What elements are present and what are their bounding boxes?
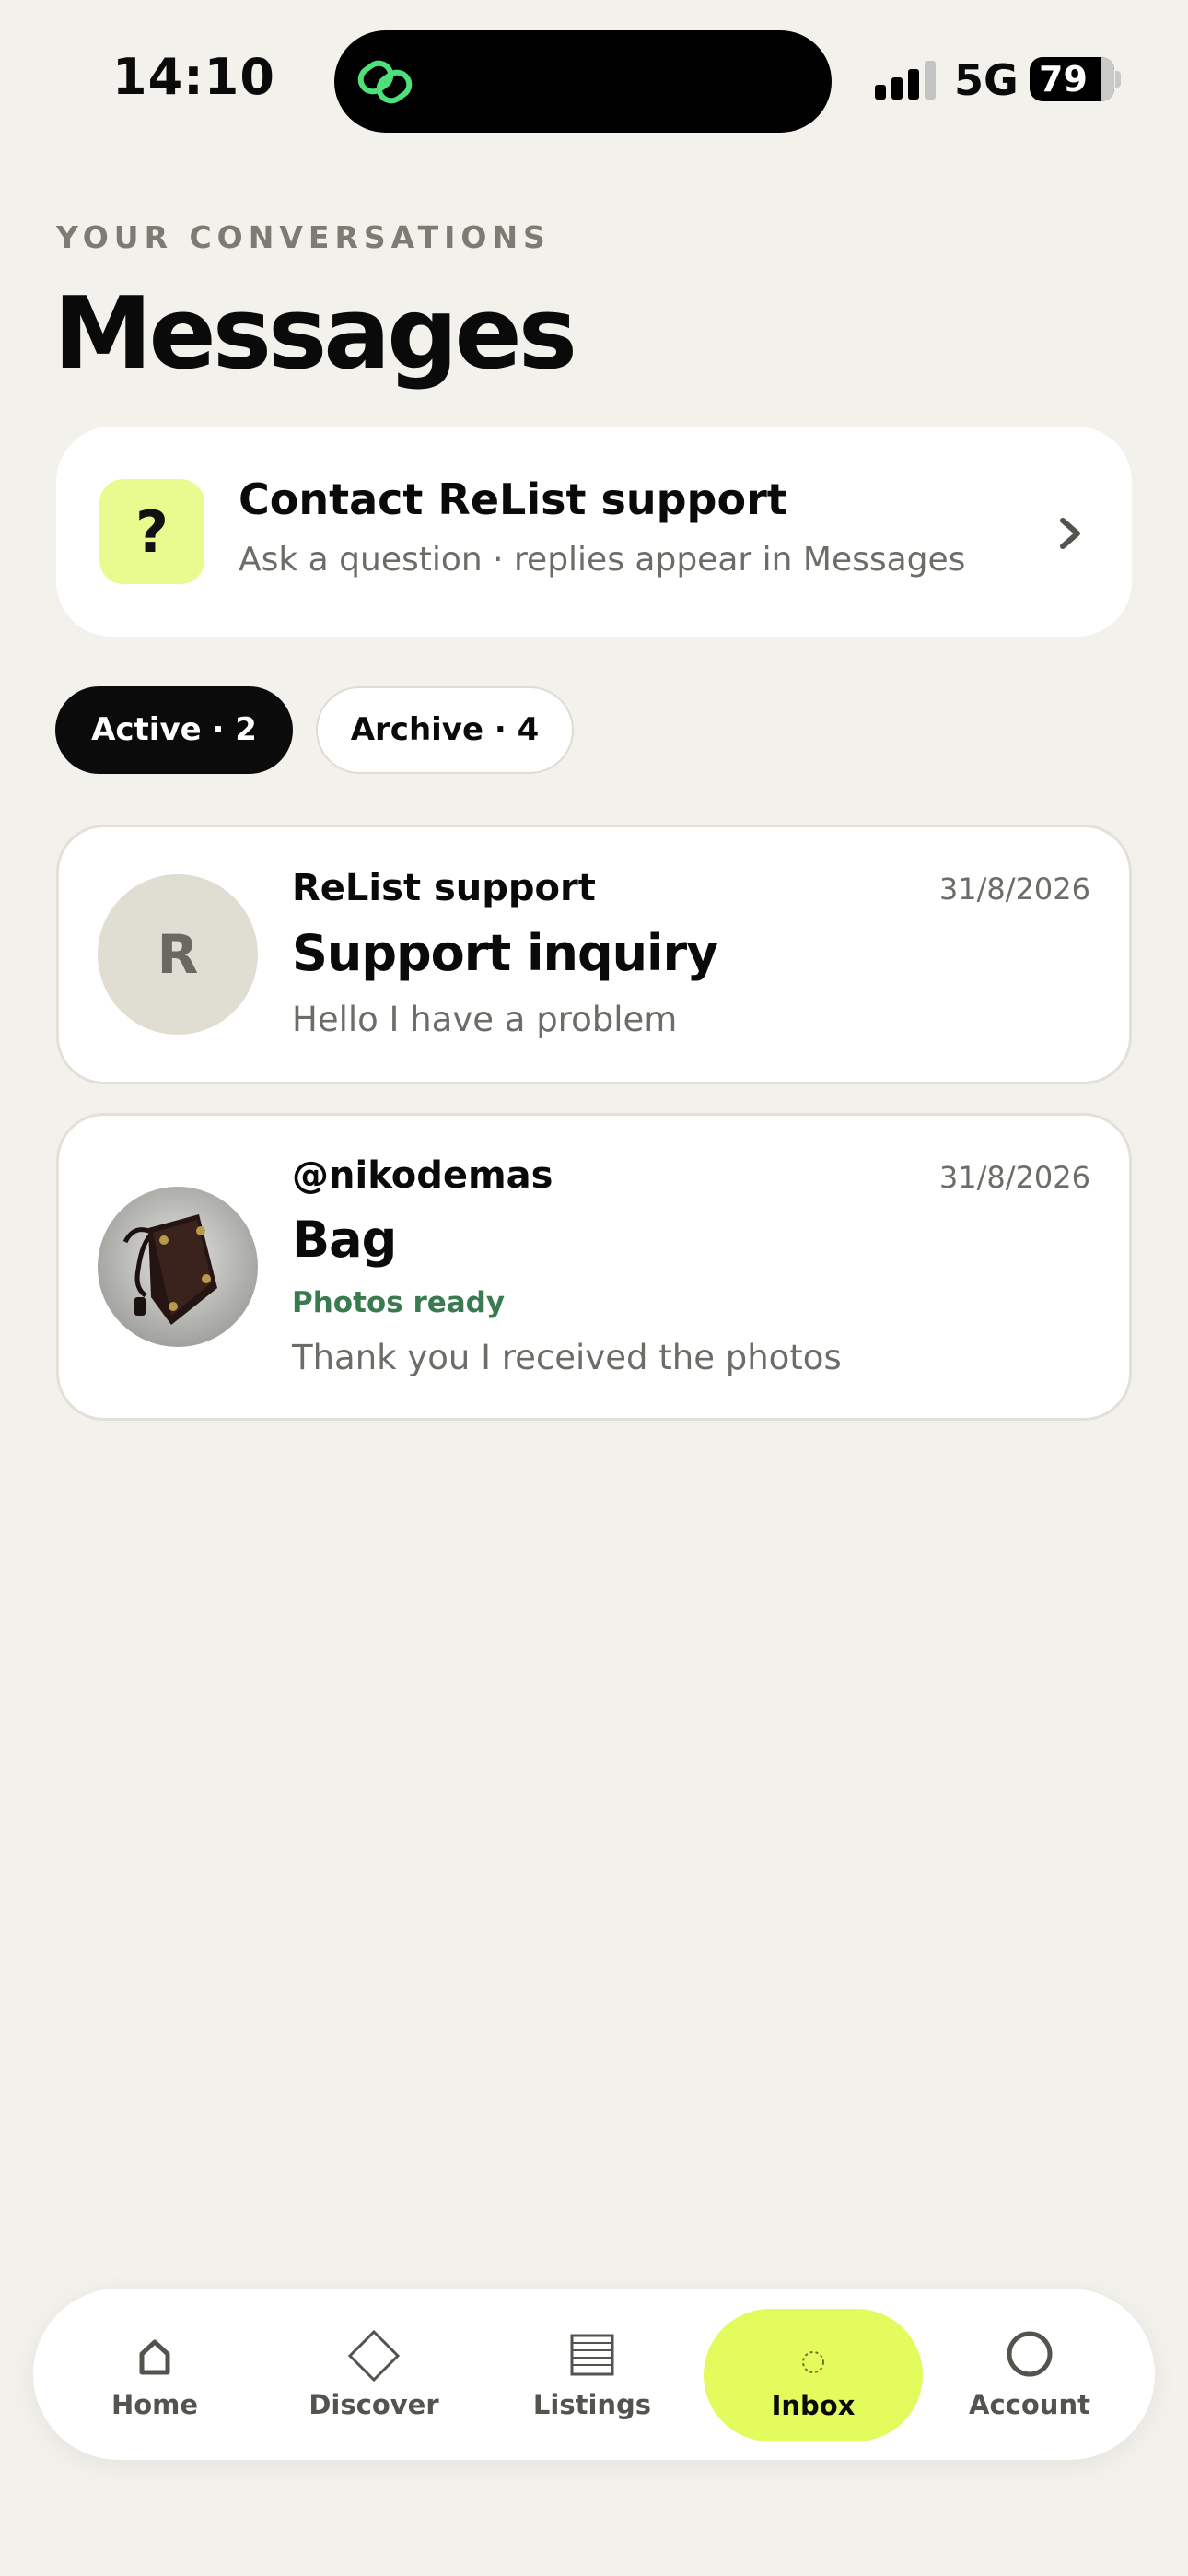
filter-archive-tab[interactable]: Archive · 4 xyxy=(316,686,574,774)
tab-inbox[interactable]: Inbox xyxy=(704,2309,923,2441)
dynamic-island xyxy=(334,30,832,133)
contact-support-card[interactable]: ? Contact ReList support Ask a question … xyxy=(56,427,1132,637)
question-icon: ? xyxy=(99,479,204,584)
tab-account[interactable]: Account xyxy=(938,2289,1122,2460)
conversation-date: 31/8/2026 xyxy=(938,1160,1090,1195)
conversation-subject: Bag xyxy=(292,1211,397,1269)
tab-label: Inbox xyxy=(771,2390,856,2421)
bag-photo-icon xyxy=(98,1187,258,1347)
tab-listings[interactable]: Listings xyxy=(500,2289,684,2460)
account-icon xyxy=(1007,2331,1053,2377)
network-label: 5G xyxy=(954,55,1019,105)
tab-label: Home xyxy=(111,2389,199,2420)
list-icon xyxy=(570,2334,614,2376)
avatar: R xyxy=(98,874,258,1035)
conversation-item[interactable]: @nikodemas 31/8/2026 Bag Photos ready Th… xyxy=(56,1113,1132,1421)
support-card-title: Contact ReList support xyxy=(239,474,787,524)
conversation-status-badge: Photos ready xyxy=(292,1286,506,1319)
battery-level: 79 xyxy=(1039,59,1088,100)
battery-icon: 79 xyxy=(1030,57,1114,101)
section-eyebrow: YOUR CONVERSATIONS xyxy=(56,219,551,255)
conversation-date: 31/8/2026 xyxy=(938,872,1090,907)
conversation-preview: Thank you I received the photos xyxy=(292,1338,842,1377)
home-icon xyxy=(139,2339,170,2375)
page-title: Messages xyxy=(53,276,577,392)
conversation-sender: ReList support xyxy=(292,867,596,909)
conversation-item[interactable]: R ReList support 31/8/2026 Support inqui… xyxy=(56,825,1132,1084)
conversation-sender: @nikodemas xyxy=(292,1154,553,1197)
status-bar: 14:10 5G 79 xyxy=(0,0,1188,138)
chevron-right-icon xyxy=(1060,518,1080,549)
status-time: 14:10 xyxy=(112,48,275,106)
app-link-icon xyxy=(357,60,413,104)
tab-label: Listings xyxy=(532,2389,652,2420)
filter-active-tab[interactable]: Active · 2 xyxy=(55,686,293,774)
diamond-icon xyxy=(347,2329,401,2383)
support-card-subtitle: Ask a question · replies appear in Messa… xyxy=(239,541,966,579)
tab-home[interactable]: Home xyxy=(63,2289,247,2460)
avatar xyxy=(98,1187,258,1347)
tab-label: Account xyxy=(969,2389,1090,2420)
conversation-preview: Hello I have a problem xyxy=(292,1000,678,1039)
bottom-tab-bar: Home Discover Listings Inbox Account xyxy=(33,2289,1155,2460)
inbox-icon xyxy=(802,2351,824,2373)
battery-tip xyxy=(1115,71,1121,88)
conversation-subject: Support inquiry xyxy=(292,924,718,982)
signal-icon xyxy=(875,61,936,100)
tab-discover[interactable]: Discover xyxy=(282,2289,466,2460)
tab-label: Discover xyxy=(309,2389,439,2420)
